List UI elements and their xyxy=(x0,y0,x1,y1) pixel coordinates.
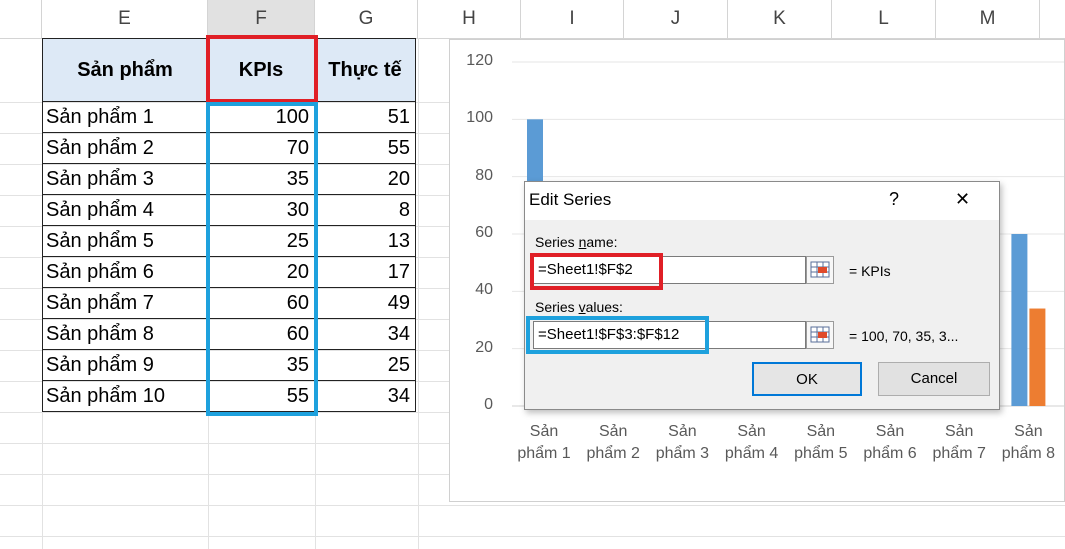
cell-product-name[interactable]: Sản phẩm 7 xyxy=(42,288,208,319)
column-header-i[interactable]: I xyxy=(521,0,624,38)
dialog-title: Edit Series xyxy=(529,190,612,209)
y-axis-tick-label: 20 xyxy=(475,338,493,356)
range-select-icon xyxy=(810,326,830,343)
category-label-line: Sản xyxy=(598,423,628,440)
cell-actual-value[interactable]: 51 xyxy=(315,102,416,133)
edit-series-dialog: Edit Series ? ✕ Series name: =Sheet1!$F$… xyxy=(524,181,1000,410)
category-label-line: Sản xyxy=(737,423,766,440)
grid-line xyxy=(418,38,419,549)
close-button[interactable]: ✕ xyxy=(955,189,970,210)
x-axis-category-label: Sản phẩm 4 xyxy=(717,421,787,465)
series-values-highlight xyxy=(526,316,709,354)
cell-product-name[interactable]: Sản phẩm 10 xyxy=(42,381,208,412)
column-header-h[interactable]: H xyxy=(418,0,521,38)
cell-product-name[interactable]: Sản phẩm 8 xyxy=(42,319,208,350)
help-button[interactable]: ? xyxy=(889,189,899,210)
kpis-header-highlight xyxy=(206,35,318,103)
corner-header[interactable] xyxy=(0,0,42,38)
header-cell-actual[interactable]: Thực tế xyxy=(315,38,416,102)
series-name-preview: = KPIs xyxy=(849,263,891,279)
category-label-line: phẩm 6 xyxy=(863,445,917,462)
column-header-l[interactable]: L xyxy=(832,0,936,38)
column-header-g[interactable]: G xyxy=(315,0,418,38)
x-axis-category-label: Sản phẩm 8 xyxy=(993,421,1063,465)
x-axis-category-label: Sản phẩm 5 xyxy=(786,421,856,465)
series-values-range-button[interactable] xyxy=(806,321,834,349)
cell-product-name[interactable]: Sản phẩm 6 xyxy=(42,257,208,288)
cell-actual-value[interactable]: 49 xyxy=(315,288,416,319)
y-axis-tick-label: 100 xyxy=(466,109,493,127)
column-header-e[interactable]: E xyxy=(42,0,208,38)
cell-product-name[interactable]: Sản phẩm 1 xyxy=(42,102,208,133)
series-values-preview: = 100, 70, 35, 3... xyxy=(849,328,959,344)
chart-bar[interactable] xyxy=(1029,308,1046,406)
column-header-f[interactable]: F xyxy=(208,0,315,38)
category-label-line: Sản xyxy=(1014,423,1043,440)
category-label-line: Sản xyxy=(668,423,697,440)
dialog-titlebar[interactable]: Edit Series ? ✕ xyxy=(525,182,999,220)
cell-actual-value[interactable]: 13 xyxy=(315,226,416,257)
category-label-line: phẩm 1 xyxy=(517,445,571,462)
cell-product-name[interactable]: Sản phẩm 2 xyxy=(42,133,208,164)
y-axis-tick-label: 80 xyxy=(475,166,493,184)
grid-line xyxy=(0,505,1065,506)
column-header-j[interactable]: J xyxy=(624,0,728,38)
column-header-k[interactable]: K xyxy=(728,0,832,38)
x-axis-category-label: Sản phẩm 6 xyxy=(855,421,925,465)
column-header-m[interactable]: M xyxy=(936,0,1040,38)
series-name-label: Series name: xyxy=(535,234,618,250)
y-axis-tick-label: 60 xyxy=(475,224,493,241)
y-axis-tick-label: 120 xyxy=(466,52,493,69)
series-name-range-button[interactable] xyxy=(806,256,834,284)
cell-product-name[interactable]: Sản phẩm 4 xyxy=(42,195,208,226)
cell-product-name[interactable]: Sản phẩm 3 xyxy=(42,164,208,195)
category-label-line: Sản xyxy=(529,423,559,440)
category-label-line: Sản xyxy=(875,423,905,440)
kpis-values-highlight xyxy=(206,102,318,416)
x-axis-category-label: Sản phẩm 2 xyxy=(578,421,648,465)
category-label-line: phẩm 8 xyxy=(1001,445,1056,462)
cell-actual-value[interactable]: 34 xyxy=(315,381,416,412)
cell-actual-value[interactable]: 25 xyxy=(315,350,416,381)
x-axis-category-label: Sản phẩm 3 xyxy=(647,421,717,465)
y-axis-tick-label: 40 xyxy=(475,281,493,299)
column-header-row: E F G H I J K L M xyxy=(0,0,1065,39)
chart-bar[interactable] xyxy=(1011,234,1028,406)
category-label-line: phẩm 3 xyxy=(655,445,710,462)
category-label-line: phẩm 5 xyxy=(794,445,848,462)
cell-actual-value[interactable]: 55 xyxy=(315,133,416,164)
category-label-line: Sản xyxy=(806,423,836,440)
grid-line xyxy=(0,536,1065,537)
cell-actual-value[interactable]: 34 xyxy=(315,319,416,350)
y-axis-tick-label: 0 xyxy=(484,396,493,413)
category-label-line: Sản xyxy=(944,423,974,440)
category-label-line: phẩm 2 xyxy=(586,445,640,462)
cell-actual-value[interactable]: 20 xyxy=(315,164,416,195)
x-axis-category-label: Sản phẩm 7 xyxy=(924,421,994,465)
cell-product-name[interactable]: Sản phẩm 9 xyxy=(42,350,208,381)
series-values-label: Series values: xyxy=(535,299,623,315)
range-select-icon xyxy=(810,261,830,278)
x-axis-category-label: Sản phẩm 1 xyxy=(509,421,579,465)
header-cell-product[interactable]: Sản phẩm xyxy=(42,38,208,102)
cancel-button[interactable]: Cancel xyxy=(878,362,990,396)
cell-actual-value[interactable]: 8 xyxy=(315,195,416,226)
ok-button[interactable]: OK xyxy=(752,362,862,396)
cell-product-name[interactable]: Sản phẩm 5 xyxy=(42,226,208,257)
series-name-highlight xyxy=(530,253,663,290)
cell-actual-value[interactable]: 17 xyxy=(315,257,416,288)
category-label-line: phẩm 4 xyxy=(724,445,779,462)
category-label-line: phẩm 7 xyxy=(932,445,986,462)
